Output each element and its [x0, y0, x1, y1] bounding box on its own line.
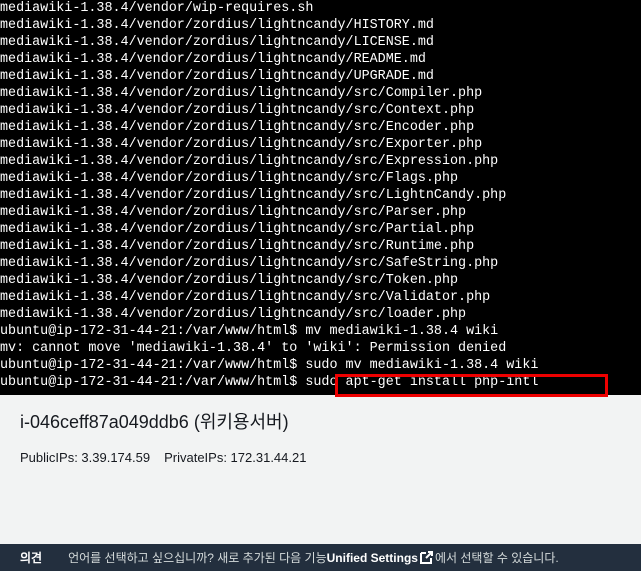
terminal-line: mediawiki-1.38.4/vendor/zordius/lightnca…	[0, 205, 467, 220]
terminal-line: ubuntu@ip-172-31-44-21:/var/www/html$ su…	[0, 358, 539, 373]
feedback-link[interactable]: 의견	[20, 549, 42, 566]
instance-info: i-046ceff87a049ddb6 (위키용서버) PublicIPs: 3…	[20, 408, 320, 465]
terminal-line: mv: cannot move 'mediawiki-1.38.4' to 'w…	[0, 341, 507, 356]
terminal-line: mediawiki-1.38.4/vendor/zordius/lightnca…	[0, 86, 483, 101]
private-ips: PrivateIPs: 172.31.44.21	[164, 450, 307, 465]
terminal-output[interactable]: mediawiki-1.38.4/vendor/wip-requires.sh m…	[0, 0, 641, 395]
terminal-line: mediawiki-1.38.4/vendor/zordius/lightnca…	[0, 154, 499, 169]
terminal-line: mediawiki-1.38.4/vendor/zordius/lightnca…	[0, 222, 475, 237]
footer-message: 언어를 선택하고 싶으십니까? 새로 추가된 다음 기능	[68, 551, 327, 565]
footer: 의견 언어를 선택하고 싶으십니까? 새로 추가된 다음 기능 Unified …	[0, 544, 641, 571]
terminal-line: mediawiki-1.38.4/vendor/wip-requires.sh	[0, 1, 314, 16]
public-ips: PublicIPs: 3.39.174.59	[20, 450, 151, 465]
terminal-line: mediawiki-1.38.4/vendor/zordius/lightnca…	[0, 307, 467, 322]
terminal-line: mediawiki-1.38.4/vendor/zordius/lightnca…	[0, 69, 434, 84]
terminal-line: mediawiki-1.38.4/vendor/zordius/lightnca…	[0, 273, 459, 288]
terminal-line: mediawiki-1.38.4/vendor/zordius/lightnca…	[0, 137, 483, 152]
unified-settings-link[interactable]: Unified Settings	[327, 551, 418, 565]
terminal-line: mediawiki-1.38.4/vendor/zordius/lightnca…	[0, 171, 459, 186]
terminal-line: mediawiki-1.38.4/vendor/zordius/lightnca…	[0, 256, 499, 271]
terminal-line: ubuntu@ip-172-31-44-21:/var/www/html$ mv…	[0, 324, 499, 339]
terminal-line: mediawiki-1.38.4/vendor/zordius/lightnca…	[0, 103, 475, 118]
terminal-line: mediawiki-1.38.4/vendor/zordius/lightnca…	[0, 188, 507, 203]
terminal-line: mediawiki-1.38.4/vendor/zordius/lightnca…	[0, 290, 491, 305]
footer-message-end: 에서 선택할 수 있습니다.	[434, 551, 559, 565]
instance-title: i-046ceff87a049ddb6 (위키용서버)	[20, 412, 289, 432]
terminal-line: mediawiki-1.38.4/vendor/zordius/lightnca…	[0, 239, 475, 254]
terminal-line: mediawiki-1.38.4/vendor/zordius/lightnca…	[0, 52, 426, 67]
external-link-icon	[419, 551, 433, 564]
terminal-line: mediawiki-1.38.4/vendor/zordius/lightnca…	[0, 35, 434, 50]
terminal-line: ubuntu@ip-172-31-44-21:/var/www/html$ su…	[0, 375, 539, 390]
terminal-line: mediawiki-1.38.4/vendor/zordius/lightnca…	[0, 120, 475, 135]
terminal-line: mediawiki-1.38.4/vendor/zordius/lightnca…	[0, 18, 434, 33]
